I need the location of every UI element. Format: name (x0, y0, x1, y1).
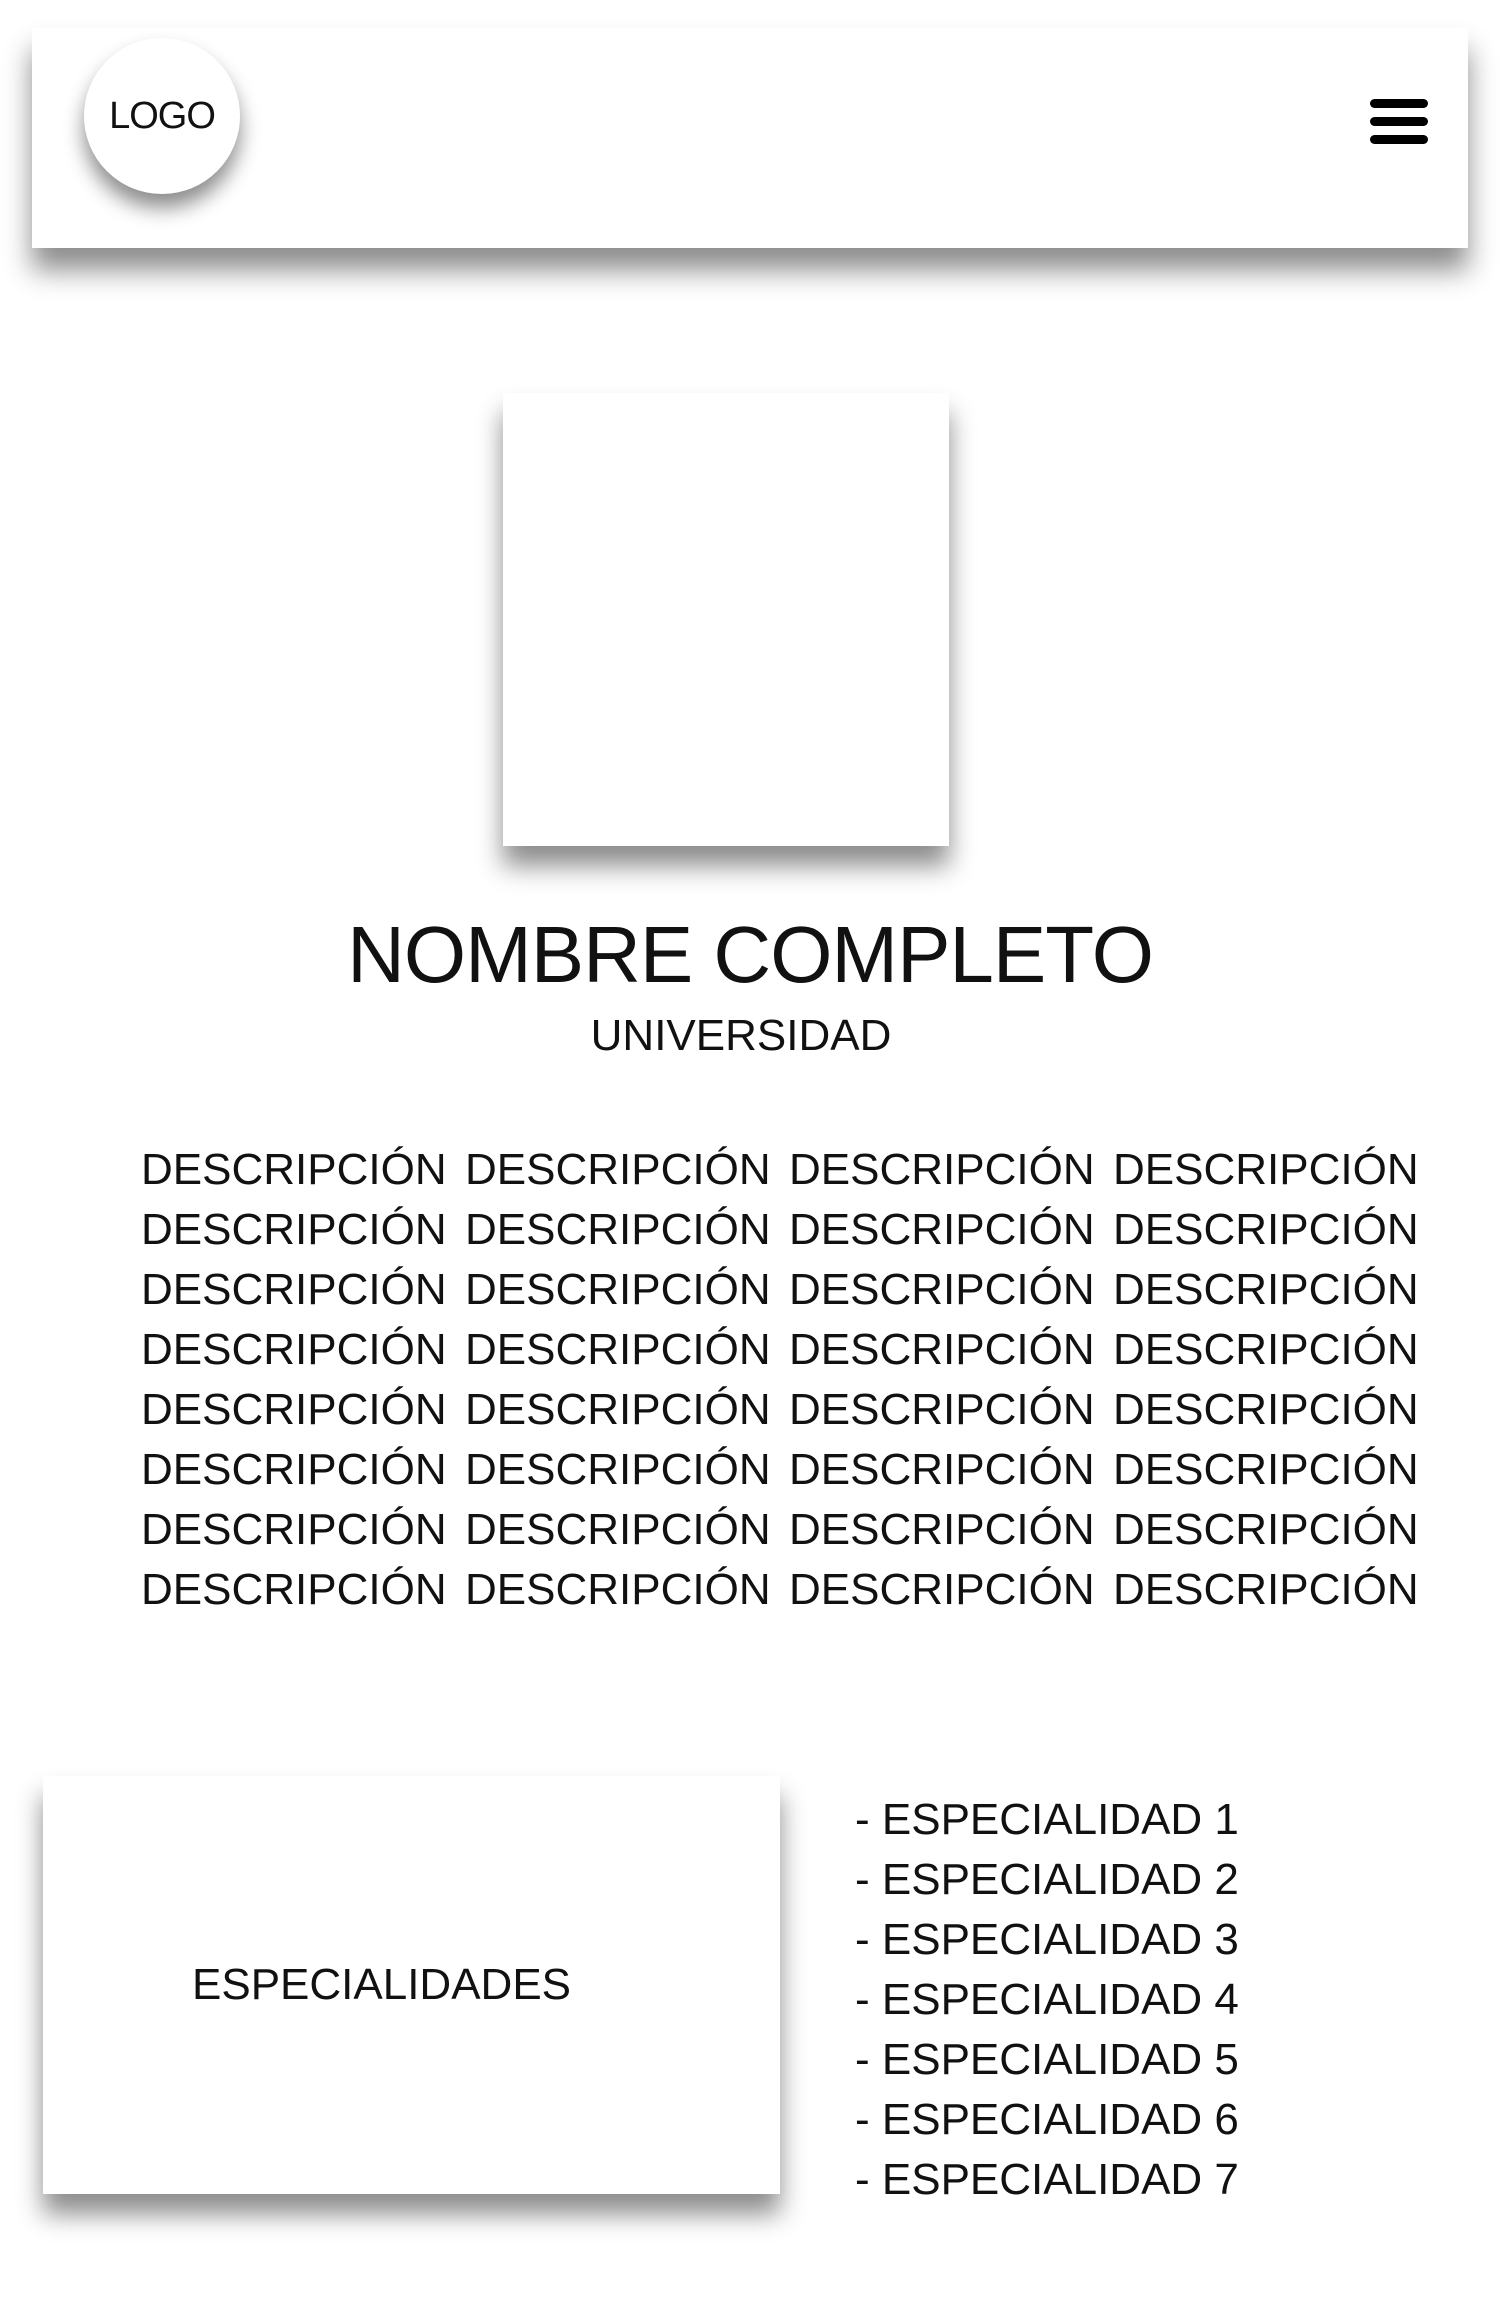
description-word: DESCRIPCIÓN (141, 1205, 447, 1254)
description-word: DESCRIPCIÓN (141, 1445, 447, 1494)
profile-photo-placeholder (503, 393, 949, 846)
description-text: DESCRIPCIÓN DESCRIPCIÓN DESCRIPCIÓN DESCRIP… (141, 1140, 1419, 1620)
description-word: DESCRIPCIÓN (789, 1385, 1095, 1434)
description-word: DESCRIPCIÓN (141, 1265, 447, 1314)
specialties-list: - ESPECIALIDAD 1 - ESPECIALIDAD 2 - ESPECI… (855, 1790, 1239, 2210)
specialty-item: - ESPECIALIDAD 7 (855, 2155, 1239, 2204)
description-word: DESCRIPCIÓN (789, 1145, 1095, 1194)
description-word: DESCRIPCIÓN (789, 1445, 1095, 1494)
description-word: DESCRIPCIÓN (465, 1265, 771, 1314)
description-word: DESCRIPCIÓN (789, 1205, 1095, 1254)
description-word: DESCRIPCIÓN (141, 1385, 447, 1434)
specialties-card: ESPECIALIDADES (43, 1776, 780, 2194)
description-word: DESCRIPCIÓN (465, 1385, 771, 1434)
specialty-item: - ESPECIALIDAD 6 (855, 2095, 1239, 2144)
description-word: DESCRIPCIÓN (141, 1145, 447, 1194)
specialty-item: - ESPECIALIDAD 2 (855, 1855, 1239, 1904)
specialty-item: - ESPECIALIDAD 4 (855, 1975, 1239, 2024)
description-word: DESCRIPCIÓN (465, 1445, 771, 1494)
specialties-title: ESPECIALIDADES (192, 1960, 572, 2009)
description-word: DESCRIPCIÓN (789, 1565, 1095, 1614)
description-word: DESCRIPCIÓN (789, 1265, 1095, 1314)
description-word: DESCRIPCIÓN (465, 1565, 771, 1614)
description-word: DESCRIPCIÓN (141, 1325, 447, 1374)
description-word: DESCRIPCIÓN (789, 1505, 1095, 1554)
menu-bar (1370, 99, 1428, 108)
full-name: NOMBRE COMPLETO (347, 910, 1154, 999)
description-word: DESCRIPCIÓN (465, 1205, 771, 1254)
description-word: DESCRIPCIÓN (141, 1565, 447, 1614)
specialty-item: - ESPECIALIDAD 3 (855, 1915, 1239, 1964)
description-word: DESCRIPCIÓN (465, 1505, 771, 1554)
university: UNIVERSIDAD (590, 1011, 892, 1060)
hamburger-menu-icon[interactable] (1370, 99, 1428, 145)
description-word: DESCRIPCIÓN (465, 1325, 771, 1374)
description-word: DESCRIPCIÓN (1113, 1265, 1419, 1314)
description-word: DESCRIPCIÓN (1113, 1205, 1419, 1254)
menu-bar (1370, 135, 1428, 144)
menu-bar (1370, 117, 1428, 126)
description-word: DESCRIPCIÓN (141, 1505, 447, 1554)
description-word: DESCRIPCIÓN (1113, 1505, 1419, 1554)
specialty-item: - ESPECIALIDAD 5 (855, 2035, 1239, 2084)
logo-text: LOGO (109, 94, 216, 137)
description-word: DESCRIPCIÓN (1113, 1145, 1419, 1194)
description-word: DESCRIPCIÓN (789, 1325, 1095, 1374)
description-word: DESCRIPCIÓN (1113, 1565, 1419, 1614)
top-header: LOGO (32, 28, 1468, 248)
description-word: DESCRIPCIÓN (465, 1145, 771, 1194)
description-word: DESCRIPCIÓN (1113, 1385, 1419, 1434)
description-word: DESCRIPCIÓN (1113, 1325, 1419, 1374)
description-word: DESCRIPCIÓN (1113, 1445, 1419, 1494)
logo[interactable]: LOGO (84, 38, 240, 194)
specialty-item: - ESPECIALIDAD 1 (855, 1795, 1239, 1844)
